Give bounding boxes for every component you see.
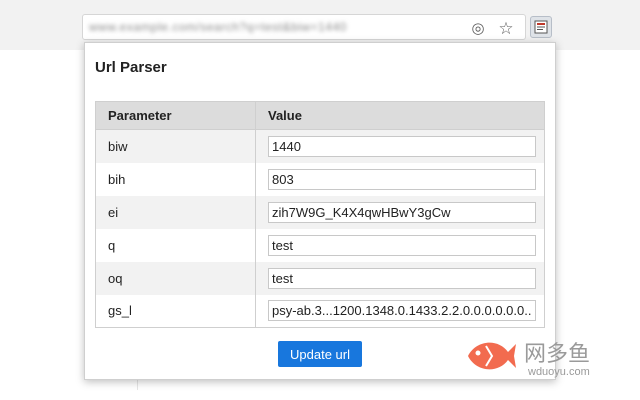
- parameter-name: ei: [95, 195, 256, 229]
- column-header-parameter: Parameter: [95, 101, 256, 130]
- value-cell: [255, 228, 545, 262]
- parameter-name: bih: [95, 162, 256, 196]
- crosshair-icon[interactable]: ◎: [469, 19, 487, 37]
- address-bar[interactable]: www.example.com/search?q=test&biw=1440 ◎…: [82, 14, 526, 40]
- value-input[interactable]: [268, 267, 536, 289]
- watermark: 网多鱼 wduoyu.com: [462, 330, 602, 390]
- parameter-name: oq: [95, 261, 256, 295]
- table-row: biw: [95, 129, 545, 163]
- value-cell: [255, 261, 545, 295]
- value-cell: [255, 129, 545, 163]
- value-input[interactable]: [268, 234, 536, 256]
- table-row: q: [95, 228, 545, 262]
- value-input[interactable]: [268, 168, 536, 190]
- star-icon[interactable]: ☆: [497, 19, 515, 37]
- table-row: oq: [95, 261, 545, 295]
- value-cell: [255, 195, 545, 229]
- watermark-text: 网多鱼: [524, 342, 591, 367]
- parameter-name: gs_l: [95, 294, 256, 328]
- parameter-name: biw: [95, 129, 256, 163]
- url-parser-extension-icon[interactable]: [530, 16, 552, 38]
- value-cell: [255, 162, 545, 196]
- value-cell: [255, 294, 545, 328]
- update-url-button[interactable]: Update url: [278, 341, 362, 367]
- parameter-name: q: [95, 228, 256, 262]
- table-row: gs_l: [95, 294, 545, 328]
- table-row: bih: [95, 162, 545, 196]
- popup-title: Url Parser: [95, 59, 167, 76]
- table-row: ei: [95, 195, 545, 229]
- parameter-table: Parameter Value biw bih ei: [95, 101, 545, 328]
- extension-glyph-icon: [534, 20, 548, 34]
- value-input[interactable]: [268, 201, 536, 223]
- value-input[interactable]: [268, 135, 536, 157]
- value-input[interactable]: [268, 300, 536, 322]
- column-header-value: Value: [255, 101, 545, 130]
- table-header-row: Parameter Value: [95, 101, 545, 130]
- watermark-subtext: wduoyu.com: [528, 366, 590, 378]
- fish-logo-icon: [468, 342, 516, 370]
- address-bar-url-blurred: www.example.com/search?q=test&biw=1440: [89, 20, 347, 34]
